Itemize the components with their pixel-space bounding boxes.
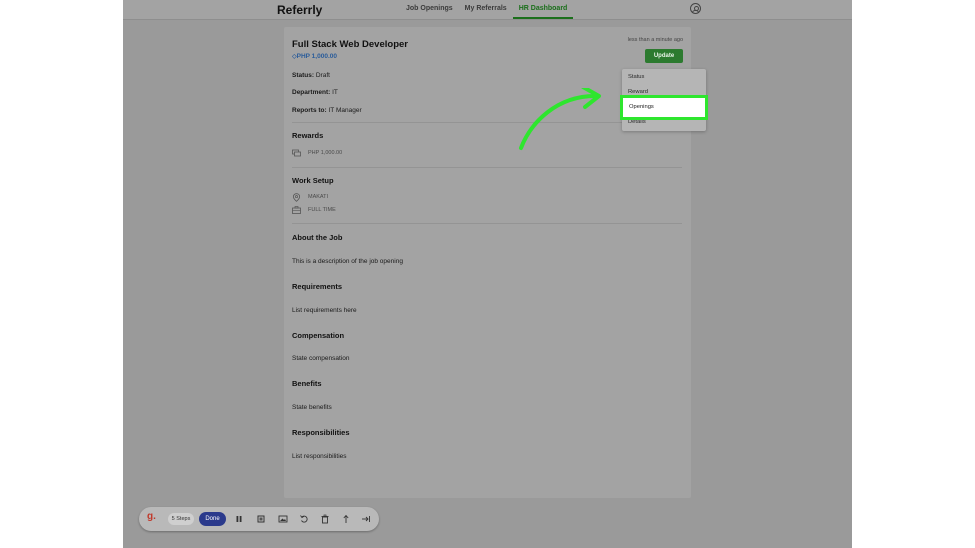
status-label: Status:	[292, 72, 315, 79]
briefcase-icon	[292, 206, 301, 214]
rewards-heading: Rewards	[292, 131, 324, 140]
undo-icon[interactable]	[299, 514, 309, 524]
responsibilities-text: List responsibilities	[292, 453, 347, 460]
status-value: Draft	[315, 72, 330, 79]
pause-icon[interactable]	[234, 514, 244, 524]
recorder-toolbar: g. 5 Steps Done	[139, 507, 379, 531]
stop-icon[interactable]	[256, 514, 266, 524]
menu-item-openings-label: Openings	[629, 104, 654, 110]
nav-hr-dashboard[interactable]: HR Dashboard	[512, 0, 574, 19]
job-title: Full Stack Web Developer	[292, 39, 408, 50]
benefits-text: State benefits	[292, 404, 332, 411]
location-value: MAKATI	[308, 194, 329, 200]
department-field: Department: IT	[292, 89, 338, 96]
rewards-row: PHP 1,000.00	[292, 149, 342, 157]
brand-logo[interactable]: Referrly	[277, 3, 322, 17]
menu-item-openings[interactable]: Openings	[620, 95, 708, 120]
employment-row: FULL TIME	[292, 206, 336, 214]
top-navbar: Referrly Job Openings My Referrals HR Da…	[123, 0, 852, 20]
reports-to-field: Reports to: IT Manager	[292, 107, 362, 114]
responsibilities-heading: Responsibilities	[292, 428, 350, 437]
trash-icon[interactable]	[320, 514, 330, 524]
benefits-heading: Benefits	[292, 379, 322, 388]
cash-icon	[292, 149, 301, 157]
image-icon[interactable]	[278, 514, 288, 524]
nav-my-referrals[interactable]: My Referrals	[459, 0, 513, 18]
location-pin-icon	[292, 193, 301, 202]
status-field: Status: Draft	[292, 72, 330, 79]
reports-to-value: IT Manager	[328, 107, 362, 114]
user-account-icon[interactable]	[690, 3, 701, 14]
recorder-logo[interactable]: g.	[147, 511, 156, 522]
main-nav: Job Openings My Referrals HR Dashboard	[400, 0, 574, 19]
compensation-text: State compensation	[292, 355, 350, 362]
reports-to-label: Reports to:	[292, 107, 327, 114]
callout-arrow-icon	[519, 88, 601, 150]
employment-value: FULL TIME	[308, 207, 336, 213]
about-heading: About the Job	[292, 233, 343, 242]
location-row: MAKATI	[292, 193, 329, 202]
department-value: IT	[332, 89, 338, 96]
share-icon[interactable]	[341, 514, 351, 524]
done-button[interactable]: Done	[199, 512, 226, 526]
requirements-heading: Requirements	[292, 282, 343, 291]
app-frame: Referrly Job Openings My Referrals HR Da…	[123, 0, 852, 548]
about-text: This is a description of the job opening	[292, 258, 403, 265]
rewards-value: PHP 1,000.00	[308, 150, 343, 156]
nav-job-openings[interactable]: Job Openings	[400, 0, 459, 18]
requirements-text: List requirements here	[292, 307, 357, 314]
menu-item-status[interactable]: Status	[628, 74, 644, 80]
updated-timestamp: less than a minute ago	[627, 37, 683, 43]
divider	[292, 223, 682, 224]
compensation-heading: Compensation	[292, 331, 345, 340]
steps-count-badge[interactable]: 5 Steps	[168, 513, 194, 525]
collapse-icon[interactable]	[361, 514, 371, 524]
divider	[292, 167, 682, 168]
job-reward: ◇PHP 1,000.00	[292, 53, 337, 60]
work-setup-heading: Work Setup	[292, 176, 334, 185]
department-label: Department:	[292, 89, 331, 96]
job-reward-value: PHP 1,000.00	[296, 53, 337, 60]
update-button[interactable]: Update	[645, 49, 683, 63]
